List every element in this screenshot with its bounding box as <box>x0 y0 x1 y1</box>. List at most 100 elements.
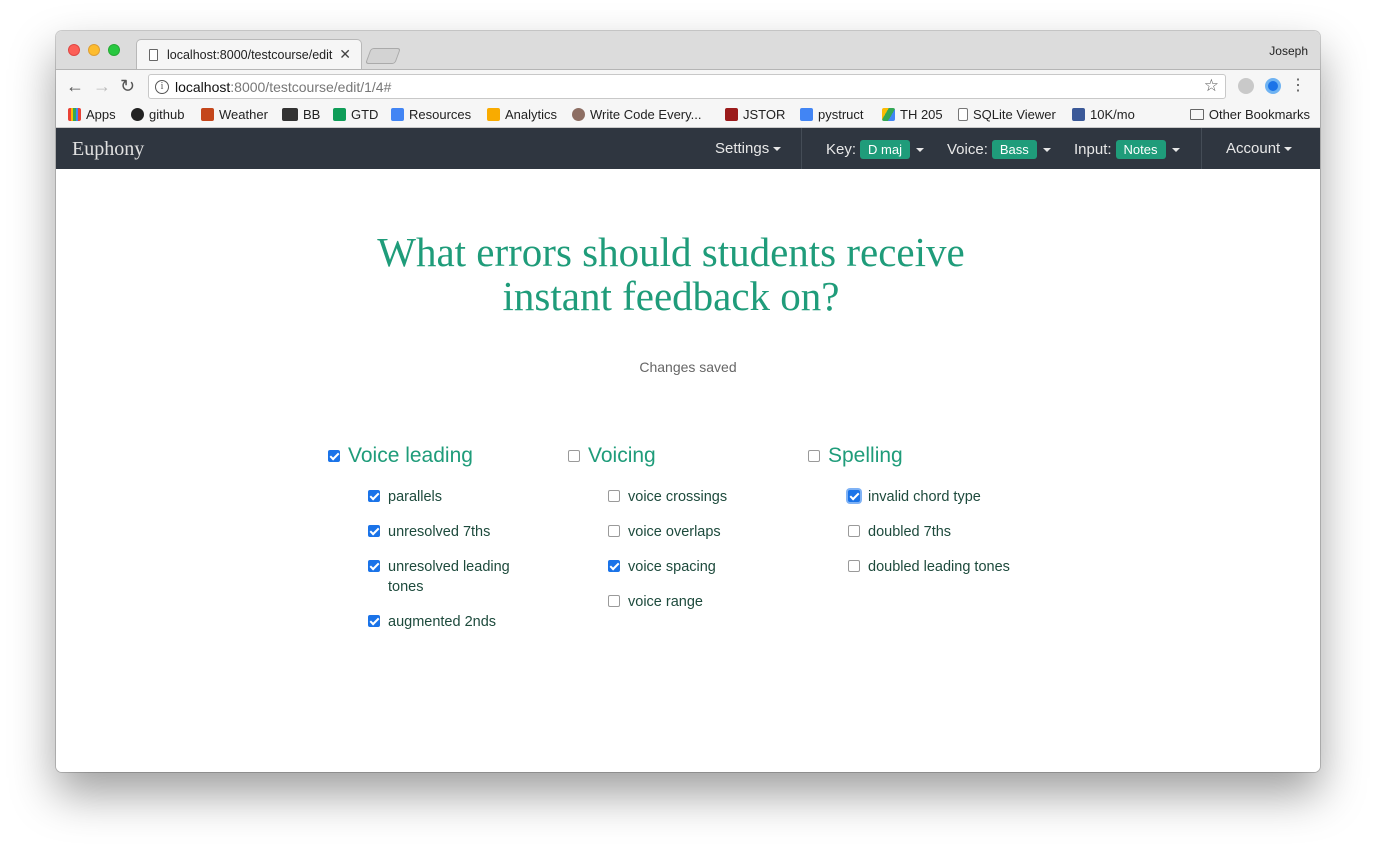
bookmark-github[interactable]: github <box>131 107 184 122</box>
caret-down-icon <box>1284 146 1293 151</box>
bookmark-write-code[interactable]: Write Code Every... <box>572 107 702 122</box>
address-bar[interactable]: i localhost:8000/testcourse/edit/1/4# ☆ <box>148 74 1226 99</box>
close-window-button[interactable] <box>68 44 80 56</box>
option-label[interactable]: augmented 2nds <box>388 612 496 632</box>
nav-divider <box>801 128 802 169</box>
option-label[interactable]: invalid chord type <box>868 487 981 507</box>
page-icon <box>958 108 968 121</box>
browser-toolbar: ← → ↻ i localhost:8000/testcourse/edit/1… <box>56 69 1320 103</box>
group-checkbox-spelling[interactable] <box>808 450 820 462</box>
other-bookmarks[interactable]: Other Bookmarks <box>1189 107 1310 122</box>
tab-title: localhost:8000/testcourse/edit <box>167 48 333 62</box>
bookmark-10k[interactable]: 10K/mo <box>1072 107 1135 122</box>
option-checkbox[interactable] <box>608 490 620 502</box>
option-row[interactable]: parallels <box>368 487 548 507</box>
option-row[interactable]: voice overlaps <box>608 522 788 542</box>
minimize-window-button[interactable] <box>88 44 100 56</box>
group-title: Spelling <box>828 444 903 467</box>
input-badge: Notes <box>1115 140 1166 159</box>
group-title: Voicing <box>588 444 656 467</box>
extension-blue-icon[interactable] <box>1265 78 1281 94</box>
chart-icon <box>1072 108 1085 121</box>
bookmark-jstor[interactable]: JSTOR <box>725 107 785 122</box>
reload-icon[interactable]: ↻ <box>120 76 135 96</box>
account-dropdown[interactable]: Account <box>1226 140 1293 157</box>
voice-dropdown[interactable]: Voice: Bass <box>947 140 1051 159</box>
option-checkbox[interactable] <box>368 560 380 572</box>
bookmark-analytics[interactable]: Analytics <box>487 107 557 122</box>
option-checkbox[interactable] <box>848 560 860 572</box>
browser-window: localhost:8000/testcourse/edit ✕ Joseph … <box>56 31 1320 772</box>
group-spelling: Spelling invalid chord type doubled 7ths… <box>808 444 1048 592</box>
settings-dropdown[interactable]: Settings <box>715 140 782 157</box>
profile-name[interactable]: Joseph <box>1269 44 1308 58</box>
jstor-icon <box>725 108 738 121</box>
bookmark-pystruct[interactable]: pystruct <box>800 107 864 122</box>
option-row[interactable]: augmented 2nds <box>368 612 548 632</box>
maximize-window-button[interactable] <box>108 44 120 56</box>
page-title: What errors should students receive inst… <box>377 229 965 319</box>
input-dropdown[interactable]: Input: Notes <box>1074 140 1180 159</box>
option-checkbox[interactable] <box>608 595 620 607</box>
bookmark-gtd[interactable]: GTD <box>333 107 378 122</box>
option-row[interactable]: unresolved 7ths <box>368 522 548 542</box>
extension-c-icon[interactable] <box>1238 78 1254 94</box>
new-tab-button[interactable] <box>365 48 401 64</box>
save-status: Changes saved <box>639 359 737 375</box>
forward-icon[interactable]: → <box>93 76 111 96</box>
docs-icon <box>391 108 404 121</box>
group-voice-leading: Voice leading parallels unresolved 7ths … <box>328 444 548 647</box>
info-icon[interactable]: i <box>155 80 169 94</box>
more-menu-icon[interactable]: ⋮ <box>1290 76 1306 96</box>
option-checkbox[interactable] <box>848 525 860 537</box>
option-row[interactable]: doubled leading tones <box>848 557 1048 577</box>
option-label[interactable]: voice range <box>628 592 703 612</box>
caret-down-icon <box>1042 147 1051 152</box>
browser-tab[interactable]: localhost:8000/testcourse/edit ✕ <box>136 39 362 70</box>
tab-strip: localhost:8000/testcourse/edit ✕ Joseph <box>56 31 1320 70</box>
option-checkbox[interactable] <box>608 560 620 572</box>
group-voicing: Voicing voice crossings voice overlaps v… <box>568 444 788 627</box>
option-checkbox[interactable] <box>848 490 860 502</box>
option-label[interactable]: voice overlaps <box>628 522 721 542</box>
group-checkbox-voicing[interactable] <box>568 450 580 462</box>
option-checkbox[interactable] <box>368 615 380 627</box>
option-label[interactable]: unresolved 7ths <box>388 522 490 542</box>
option-row[interactable]: invalid chord type <box>848 487 1048 507</box>
option-label[interactable]: doubled 7ths <box>868 522 951 542</box>
page-icon <box>149 49 158 61</box>
option-checkbox[interactable] <box>368 525 380 537</box>
option-label[interactable]: voice spacing <box>628 557 716 577</box>
bookmark-star-icon[interactable]: ☆ <box>1204 76 1219 96</box>
option-checkbox[interactable] <box>608 525 620 537</box>
sheets-icon <box>333 108 346 121</box>
option-label[interactable]: voice crossings <box>628 487 727 507</box>
option-row[interactable]: voice range <box>608 592 788 612</box>
url-text[interactable]: localhost:8000/testcourse/edit/1/4# <box>175 79 391 95</box>
bookmark-weather[interactable]: Weather <box>201 107 268 122</box>
bookmark-sqlite[interactable]: SQLite Viewer <box>958 107 1056 122</box>
caret-down-icon <box>1171 147 1180 152</box>
brand-logo[interactable]: Euphony <box>72 138 144 161</box>
group-checkbox-voice-leading[interactable] <box>328 450 340 462</box>
bookmark-apps[interactable]: Apps <box>68 107 116 122</box>
back-icon[interactable]: ← <box>66 76 84 96</box>
analytics-icon <box>487 108 500 121</box>
bookmark-th205[interactable]: TH 205 <box>882 107 943 122</box>
key-badge: D maj <box>860 140 910 159</box>
apps-grid-icon <box>68 108 81 121</box>
option-label[interactable]: unresolved leading tones <box>388 557 528 597</box>
option-checkbox[interactable] <box>368 490 380 502</box>
bookmark-bb[interactable]: BB <box>282 107 320 122</box>
option-row[interactable]: voice crossings <box>608 487 788 507</box>
key-dropdown[interactable]: Key: D maj <box>826 140 924 159</box>
option-row[interactable]: unresolved leading tones <box>368 557 548 597</box>
option-row[interactable]: voice spacing <box>608 557 788 577</box>
tab-close-icon[interactable]: ✕ <box>339 46 351 63</box>
bookmark-resources[interactable]: Resources <box>391 107 471 122</box>
caret-down-icon <box>915 147 924 152</box>
option-row[interactable]: doubled 7ths <box>848 522 1048 542</box>
option-label[interactable]: doubled leading tones <box>868 557 1010 577</box>
option-label[interactable]: parallels <box>388 487 442 507</box>
main-content: What errors should students receive inst… <box>56 169 1320 772</box>
